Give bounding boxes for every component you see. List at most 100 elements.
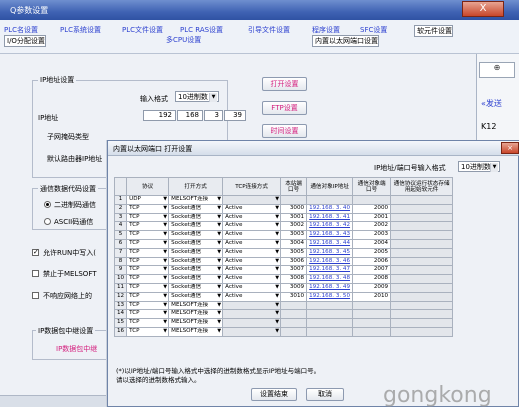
table-row[interactable]: 6 TCP ▼ Socket通信 ▼ Active ▼ 3004 192.168. 3. 44 2… [113, 238, 454, 249]
tcp-connection-cell[interactable]: Active ▼ [222, 256, 282, 267]
open-method-cell[interactable]: Socket通信 ▼ [168, 265, 224, 276]
remote-port-cell[interactable]: 2001 [352, 212, 392, 223]
tcp-connection-cell[interactable]: Active ▼ [222, 221, 282, 232]
local-port-cell[interactable]: 3004 [280, 238, 308, 249]
tcp-connection-cell[interactable]: ▼ [222, 309, 282, 320]
local-port-cell[interactable]: 3002 [280, 221, 308, 232]
ftp-settings-button[interactable]: FTP设置 [262, 101, 307, 115]
protocol-cell[interactable]: TCP ▼ [126, 230, 170, 240]
local-port-cell[interactable]: 3007 [280, 265, 308, 276]
tab-plc-system[interactable]: PLC系统设置 [60, 25, 101, 35]
local-port-cell[interactable] [280, 326, 308, 337]
remote-port-cell[interactable] [352, 326, 392, 337]
protocol-cell[interactable]: TCP ▼ [126, 309, 170, 320]
tcp-connection-cell[interactable]: Active ▼ [222, 203, 282, 214]
table-row[interactable]: 3 TCP ▼ Socket通信 ▼ Active ▼ 3001 192.168. 3. 41 2… [113, 212, 454, 223]
melsoft-checkbox[interactable] [32, 270, 39, 277]
table-row[interactable]: 9 TCP ▼ Socket通信 ▼ Active ▼ 3007 192.168. 3. 47 2… [113, 265, 454, 276]
table-row[interactable]: 4 TCP ▼ Socket通信 ▼ Active ▼ 3002 192.168. 3. 42 2… [113, 221, 454, 232]
protocol-cell[interactable]: TCP ▼ [126, 326, 170, 337]
remote-port-cell[interactable]: 2007 [352, 265, 392, 276]
ip-octet-4[interactable]: 39 [224, 110, 246, 121]
remote-port-cell[interactable]: 2008 [352, 274, 392, 284]
table-row[interactable]: 2 TCP ▼ Socket通信 ▼ Active ▼ 3000 192.168. 3. 40 2… [113, 203, 454, 214]
open-method-cell[interactable]: MELSOFT连接 ▼ [168, 300, 224, 311]
protocol-cell[interactable]: TCP ▼ [126, 274, 170, 284]
remote-ip-cell[interactable]: 192.168. 3. 43 [306, 230, 354, 240]
open-method-cell[interactable]: Socket通信 ▼ [168, 282, 224, 293]
local-port-cell[interactable]: 3009 [280, 282, 308, 293]
open-method-cell[interactable]: Socket通信 ▼ [168, 203, 224, 214]
remote-ip-cell[interactable]: 192.168. 3. 44 [306, 238, 354, 249]
remote-ip-cell[interactable]: 192.168. 3. 48 [306, 274, 354, 284]
window-close-button[interactable]: X [462, 1, 504, 17]
table-row[interactable]: 14 TCP ▼ MELSOFT连接 ▼ ▼ [113, 309, 454, 320]
remote-ip-cell[interactable] [306, 318, 354, 328]
dialog-close-button[interactable]: × [501, 142, 519, 154]
ip-octet-2[interactable]: 168 [177, 110, 203, 121]
protocol-cell[interactable]: TCP ▼ [126, 300, 170, 311]
ip-port-format-select[interactable]: 10进制数 ▼ [458, 161, 500, 172]
remote-port-cell[interactable] [352, 300, 392, 311]
tcp-connection-cell[interactable]: Active ▼ [222, 282, 282, 293]
radio-binary[interactable] [44, 201, 51, 208]
remote-port-cell[interactable]: 2009 [352, 282, 392, 293]
open-method-cell[interactable]: MELSOFT连接 ▼ [168, 318, 224, 328]
protocol-cell[interactable]: TCP ▼ [126, 203, 170, 214]
remote-port-cell[interactable]: 2005 [352, 247, 392, 258]
tcp-connection-cell[interactable]: Active ▼ [222, 274, 282, 284]
local-port-cell[interactable]: 3008 [280, 274, 308, 284]
table-row[interactable]: 15 TCP ▼ MELSOFT连接 ▼ ▼ [113, 318, 454, 328]
local-port-cell[interactable]: 3001 [280, 212, 308, 223]
remote-ip-cell[interactable]: 192.168. 3. 42 [306, 221, 354, 232]
local-port-cell[interactable]: 3000 [280, 203, 308, 214]
remote-ip-cell[interactable]: 192.168. 3. 40 [306, 203, 354, 214]
table-row[interactable]: 5 TCP ▼ Socket通信 ▼ Active ▼ 3003 192.168. 3. 43 2… [113, 230, 454, 240]
ip-octet-3[interactable]: 3 [204, 110, 223, 121]
open-settings-button[interactable]: 打开设置 [262, 77, 307, 91]
protocol-cell[interactable]: TCP ▼ [126, 291, 170, 302]
tab-boot-file[interactable]: 引导文件设置 [248, 25, 290, 35]
table-row[interactable]: 11 TCP ▼ Socket通信 ▼ Active ▼ 3009 192.168. 3. 49… [113, 282, 454, 293]
tab-plc-name[interactable]: PLC名设置 [4, 25, 38, 35]
remote-port-cell[interactable]: 2006 [352, 256, 392, 267]
local-port-cell[interactable] [280, 300, 308, 311]
tcp-connection-cell[interactable]: Active ▼ [222, 212, 282, 223]
tab-plc-ras[interactable]: PLC RAS设置 [180, 25, 223, 35]
protocol-cell[interactable]: UDP ▼ [126, 195, 170, 205]
tab-io-assign[interactable]: I/O分配设置 [4, 35, 46, 47]
open-method-cell[interactable]: Socket通信 ▼ [168, 212, 224, 223]
tcp-connection-cell[interactable]: ▼ [222, 195, 282, 205]
radio-ascii[interactable] [44, 218, 51, 225]
input-format-select[interactable]: 10进制数 ▼ [175, 91, 219, 102]
open-method-cell[interactable]: Socket通信 ▼ [168, 256, 224, 267]
table-row[interactable]: 12 TCP ▼ Socket通信 ▼ Active ▼ 3010 192.168. 3. 50… [113, 291, 454, 302]
local-port-cell[interactable] [280, 318, 308, 328]
remote-port-cell[interactable] [352, 195, 392, 205]
open-method-cell[interactable]: MELSOFT连接 ▼ [168, 326, 224, 337]
tab-sfc[interactable]: SFC设置 [360, 25, 387, 35]
open-method-cell[interactable]: MELSOFT连接 ▼ [168, 195, 224, 205]
remote-ip-cell[interactable] [306, 300, 354, 311]
table-row[interactable]: 16 TCP ▼ MELSOFT连接 ▼ ▼ [113, 326, 454, 337]
tcp-connection-cell[interactable]: ▼ [222, 326, 282, 337]
open-method-cell[interactable]: Socket通信 ▼ [168, 291, 224, 302]
open-method-cell[interactable]: Socket通信 ▼ [168, 247, 224, 258]
run-write-checkbox[interactable]: ✓ [32, 249, 39, 256]
remote-port-cell[interactable]: 2010 [352, 291, 392, 302]
remote-port-cell[interactable] [352, 309, 392, 320]
protocol-cell[interactable]: TCP ▼ [126, 221, 170, 232]
protocol-cell[interactable]: TCP ▼ [126, 265, 170, 276]
remote-ip-cell[interactable]: 192.168. 3. 47 [306, 265, 354, 276]
open-method-cell[interactable]: Socket通信 ▼ [168, 230, 224, 240]
finish-settings-button[interactable]: 设置结束 [251, 388, 297, 401]
protocol-cell[interactable]: TCP ▼ [126, 282, 170, 293]
tab-program[interactable]: 程序设置 [312, 25, 340, 35]
ip-octet-1[interactable]: 192 [143, 110, 176, 121]
open-method-cell[interactable]: Socket通信 ▼ [168, 221, 224, 232]
remote-port-cell[interactable]: 2002 [352, 221, 392, 232]
local-port-cell[interactable]: 3005 [280, 247, 308, 258]
table-row[interactable]: 7 TCP ▼ Socket通信 ▼ Active ▼ 3005 192.168. 3. 45 2… [113, 247, 454, 258]
time-settings-button[interactable]: 时间设置 [262, 124, 307, 138]
table-row[interactable]: 8 TCP ▼ Socket通信 ▼ Active ▼ 3006 192.168. 3. 46 2… [113, 256, 454, 267]
